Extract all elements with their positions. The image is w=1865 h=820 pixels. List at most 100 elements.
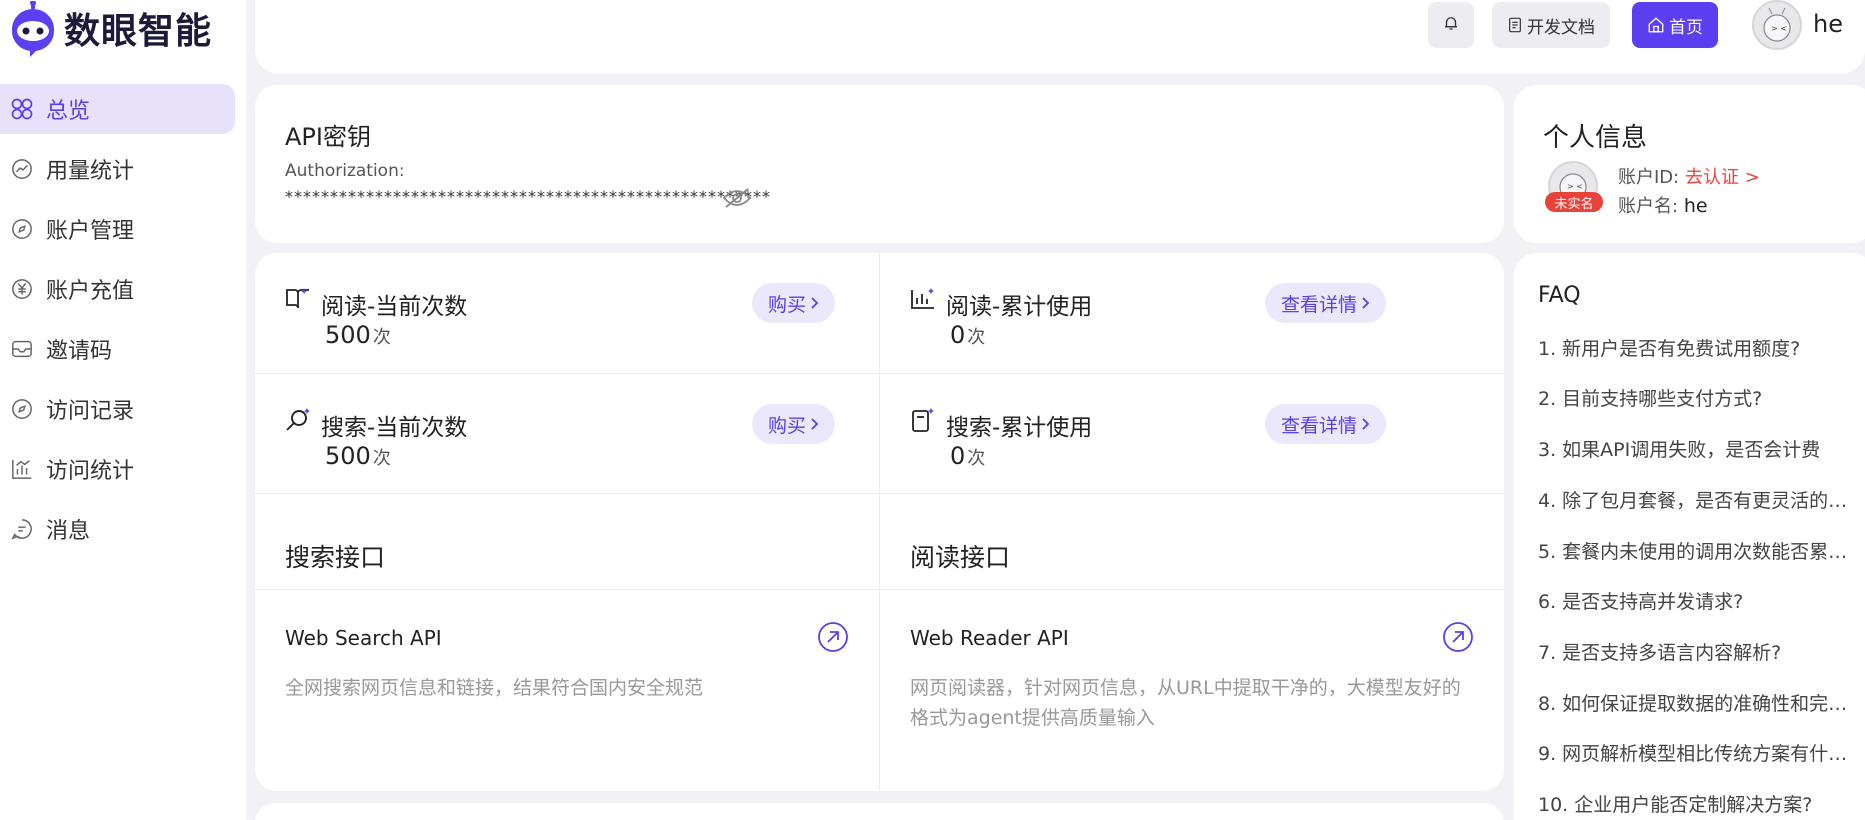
sidebar-item-label: 总览 <box>46 99 91 124</box>
api-key-card: API密钥 Authorization: *******************… <box>255 85 1504 243</box>
reader-api-name[interactable]: Web Reader API <box>910 626 1069 650</box>
chevron-right-icon <box>1361 296 1370 310</box>
sidebar: 数眼智能 总览 用量统计 账户管理 账户充值 邀请码 访问记录 访问统计 消息 <box>0 0 246 820</box>
verify-link[interactable]: 去认证 > <box>1685 167 1760 188</box>
faq-item[interactable]: 10. 企业用户能否定制解决方案? <box>1538 790 1848 817</box>
home-button-label: 首页 <box>1669 17 1703 38</box>
sidebar-item-label: 账户充值 <box>46 279 135 304</box>
search-api-section-title: 搜索接口 <box>285 543 386 572</box>
chevron-right-icon <box>810 296 819 310</box>
bell-icon <box>1442 14 1460 36</box>
authorization-label: Authorization: <box>285 161 405 181</box>
avatar[interactable]: > < <box>1752 0 1802 50</box>
search-current-stat: 搜索-当前次数 500 次 购买 <box>255 374 879 495</box>
sidebar-item-usage-stats[interactable]: 用量统计 <box>0 144 246 194</box>
compass-icon <box>10 397 34 421</box>
eye-off-icon[interactable] <box>722 187 752 213</box>
sidebar-item-invite[interactable]: 邀请码 <box>0 324 246 374</box>
yuan-icon <box>10 277 34 301</box>
trend-icon <box>10 157 34 181</box>
docs-button-label: 开发文档 <box>1527 17 1595 38</box>
lower-card <box>255 803 1504 820</box>
faq-item[interactable]: 3. 如果API调用失败，是否会计费 <box>1538 435 1848 462</box>
sidebar-item-label: 访问记录 <box>46 399 135 424</box>
docs-button[interactable]: 开发文档 <box>1492 2 1610 48</box>
account-id-row: 账户ID: 去认证 > <box>1618 167 1760 188</box>
sidebar-item-label: 账户管理 <box>46 219 135 244</box>
faq-item[interactable]: 6. 是否支持高并发请求? <box>1538 587 1848 614</box>
read-total-stat: 阅读-累计使用 0次 查看详情 <box>880 253 1504 374</box>
faq-item[interactable]: 4. 除了包月套餐，是否有更灵活的付费方式? <box>1538 486 1848 513</box>
read-current-stat: 阅读-当前次数 500 次 购买 <box>255 253 879 374</box>
home-icon <box>1647 16 1665 34</box>
overview-icon <box>10 97 34 121</box>
chevron-right-icon <box>810 417 819 431</box>
usage-card: 阅读-当前次数 500 次 购买 阅读-累计使用 0次 查看详情 搜索-当前次数 … <box>255 253 1504 791</box>
bar-chart-icon <box>10 457 34 481</box>
sidebar-item-label: 访问统计 <box>46 459 135 484</box>
sidebar-nav: 总览 用量统计 账户管理 账户充值 邀请码 访问记录 访问统计 消息 <box>0 84 246 564</box>
faq-title: FAQ <box>1538 283 1581 308</box>
sidebar-item-account[interactable]: 账户管理 <box>0 204 246 254</box>
search-api-name[interactable]: Web Search API <box>285 626 442 650</box>
svg-text:> <: > < <box>1771 24 1787 33</box>
clipboard-icon <box>910 407 936 437</box>
faq-card: FAQ 1. 新用户是否有免费试用额度? 2. 目前支持哪些支付方式? 3. 如… <box>1514 253 1865 820</box>
faq-item[interactable]: 5. 套餐内未使用的调用次数能否累积? <box>1538 537 1848 564</box>
external-link-icon[interactable] <box>817 621 849 653</box>
stat-label: 搜索-累计使用 <box>946 415 1093 441</box>
home-button[interactable]: 首页 <box>1632 2 1718 48</box>
search-total-stat: 搜索-累计使用 0次 查看详情 <box>880 374 1504 495</box>
api-key-title: API密钥 <box>285 123 371 151</box>
svg-text:> <: > < <box>1567 182 1583 191</box>
stat-label: 阅读-累计使用 <box>946 294 1093 320</box>
sidebar-item-label: 消息 <box>46 519 91 544</box>
buy-button[interactable]: 购买 <box>752 404 836 444</box>
buy-button[interactable]: 购买 <box>752 283 836 323</box>
sidebar-item-recharge[interactable]: 账户充值 <box>0 264 246 314</box>
reader-api-section-title: 阅读接口 <box>910 543 1011 572</box>
stat-value: 500 次 <box>325 442 391 470</box>
faq-item[interactable]: 7. 是否支持多语言内容解析? <box>1538 638 1848 665</box>
user-name[interactable]: he <box>1813 10 1843 38</box>
book-icon <box>285 286 311 314</box>
stat-label: 搜索-当前次数 <box>321 415 468 441</box>
search-icon <box>285 407 311 437</box>
account-name-row: 账户名: he <box>1618 195 1708 217</box>
logo[interactable]: 数眼智能 <box>8 0 213 57</box>
document-icon <box>1507 17 1523 33</box>
top-bar: 开发文档 首页 > < he <box>255 0 1865 74</box>
chart-icon <box>910 286 936 314</box>
view-details-button[interactable]: 查看详情 <box>1265 283 1387 323</box>
api-key-value: ****************************************… <box>285 187 771 206</box>
sidebar-item-overview[interactable]: 总览 <box>0 84 235 134</box>
compass-icon <box>10 217 34 241</box>
faq-item[interactable]: 8. 如何保证提取数据的准确性和完整性? <box>1538 689 1848 716</box>
chevron-right-icon <box>1361 417 1370 431</box>
robot-logo-icon <box>8 0 58 57</box>
sidebar-item-access-log[interactable]: 访问记录 <box>0 384 246 434</box>
inbox-icon <box>10 337 34 361</box>
profile-title: 个人信息 <box>1543 123 1648 153</box>
divider <box>255 589 1504 590</box>
faq-item[interactable]: 2. 目前支持哪些支付方式? <box>1538 384 1848 411</box>
external-link-icon[interactable] <box>1442 621 1474 653</box>
stat-label: 阅读-当前次数 <box>321 294 468 320</box>
faq-item[interactable]: 1. 新用户是否有免费试用额度? <box>1538 334 1848 361</box>
sidebar-item-messages[interactable]: 消息 <box>0 504 246 554</box>
sidebar-item-access-stats[interactable]: 访问统计 <box>0 444 246 494</box>
view-details-button[interactable]: 查看详情 <box>1265 404 1387 444</box>
profile-card: 个人信息 > < 未实名 账户ID: 去认证 > 账户名: he <box>1514 85 1865 243</box>
message-icon <box>10 517 34 541</box>
stat-value: 0次 <box>950 442 986 470</box>
search-api-description: 全网搜索网页信息和链接，结果符合国内安全规范 <box>285 677 704 699</box>
sidebar-item-label: 邀请码 <box>46 339 113 364</box>
brand-name: 数眼智能 <box>64 11 213 52</box>
sidebar-item-label: 用量统计 <box>46 159 135 184</box>
stat-value: 0次 <box>950 321 986 349</box>
unverified-badge: 未实名 <box>1545 192 1603 212</box>
notification-button[interactable] <box>1428 2 1474 48</box>
reader-api-description: 网页阅读器，针对网页信息，从URL中提取干净的，大模型友好的格式为agent提供… <box>910 677 1461 729</box>
faq-item[interactable]: 9. 网页解析模型相比传统方案有什么优势? <box>1538 739 1848 766</box>
account-name-value: he <box>1683 195 1708 217</box>
